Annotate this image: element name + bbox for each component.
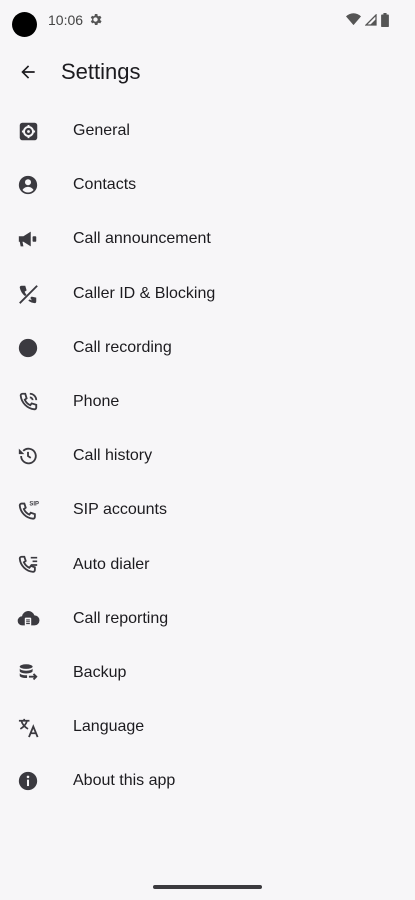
settings-item-call-reporting[interactable]: Call reporting	[0, 592, 415, 646]
info-icon	[16, 769, 40, 793]
settings-item-label: Contacts	[73, 176, 137, 194]
settings-item-backup[interactable]: Backup	[0, 646, 415, 700]
settings-item-auto-dialer[interactable]: Auto dialer	[0, 538, 415, 592]
settings-item-about[interactable]: About this app	[0, 754, 415, 808]
phone-in-talk-icon	[16, 390, 40, 414]
page-title: Settings	[61, 59, 141, 84]
settings-item-label: Caller ID & Blocking	[73, 284, 216, 302]
settings-item-label: Backup	[73, 663, 127, 681]
settings-item-label: Auto dialer	[73, 555, 150, 573]
phone-list-icon	[16, 553, 40, 577]
account-circle-icon	[16, 173, 40, 197]
settings-item-label: About this app	[73, 772, 176, 790]
settings-item-label: Call announcement	[73, 230, 211, 248]
history-icon	[16, 444, 40, 468]
back-button[interactable]	[12, 56, 44, 88]
app-bar: Settings	[0, 44, 415, 100]
settings-item-contacts[interactable]: Contacts	[0, 158, 415, 212]
settings-item-caller-id-blocking[interactable]: Caller ID & Blocking	[0, 267, 415, 321]
settings-list: General Contacts Call announcement Calle…	[0, 104, 415, 808]
settings-item-call-history[interactable]: Call history	[0, 429, 415, 483]
battery-icon	[381, 12, 389, 27]
settings-item-call-announcement[interactable]: Call announcement	[0, 212, 415, 266]
wifi-icon	[346, 13, 361, 26]
sip-phone-icon: SIP	[16, 498, 40, 522]
settings-item-sip-accounts[interactable]: SIP SIP accounts	[0, 483, 415, 537]
settings-item-label: General	[73, 122, 130, 140]
settings-item-label: Call reporting	[73, 609, 169, 627]
status-time: 10:06	[48, 12, 84, 28]
translate-icon	[16, 715, 40, 739]
settings-item-call-recording[interactable]: Call recording	[0, 321, 415, 375]
settings-item-label: SIP accounts	[73, 501, 167, 519]
settings-item-general[interactable]: General	[0, 104, 415, 158]
cloud-report-icon	[16, 607, 40, 631]
status-indicators	[346, 12, 389, 27]
record-icon	[16, 336, 40, 360]
database-backup-icon	[16, 661, 40, 685]
settings-item-language[interactable]: Language	[0, 700, 415, 754]
phone-blocked-icon	[16, 282, 40, 306]
camera-cutout	[12, 12, 37, 37]
gear-icon	[16, 119, 40, 143]
arrow-back-icon	[18, 62, 38, 82]
gesture-navigation-bar[interactable]	[153, 885, 262, 889]
settings-notification-icon	[88, 12, 103, 27]
settings-item-label: Phone	[73, 393, 120, 411]
megaphone-icon	[16, 227, 40, 251]
status-bar: 10:06	[0, 0, 415, 40]
settings-item-phone[interactable]: Phone	[0, 375, 415, 429]
settings-item-label: Language	[73, 718, 145, 736]
settings-item-label: Call recording	[73, 338, 172, 356]
svg-text:SIP: SIP	[29, 502, 39, 508]
settings-item-label: Call history	[73, 447, 153, 465]
cell-signal-icon	[365, 13, 377, 26]
